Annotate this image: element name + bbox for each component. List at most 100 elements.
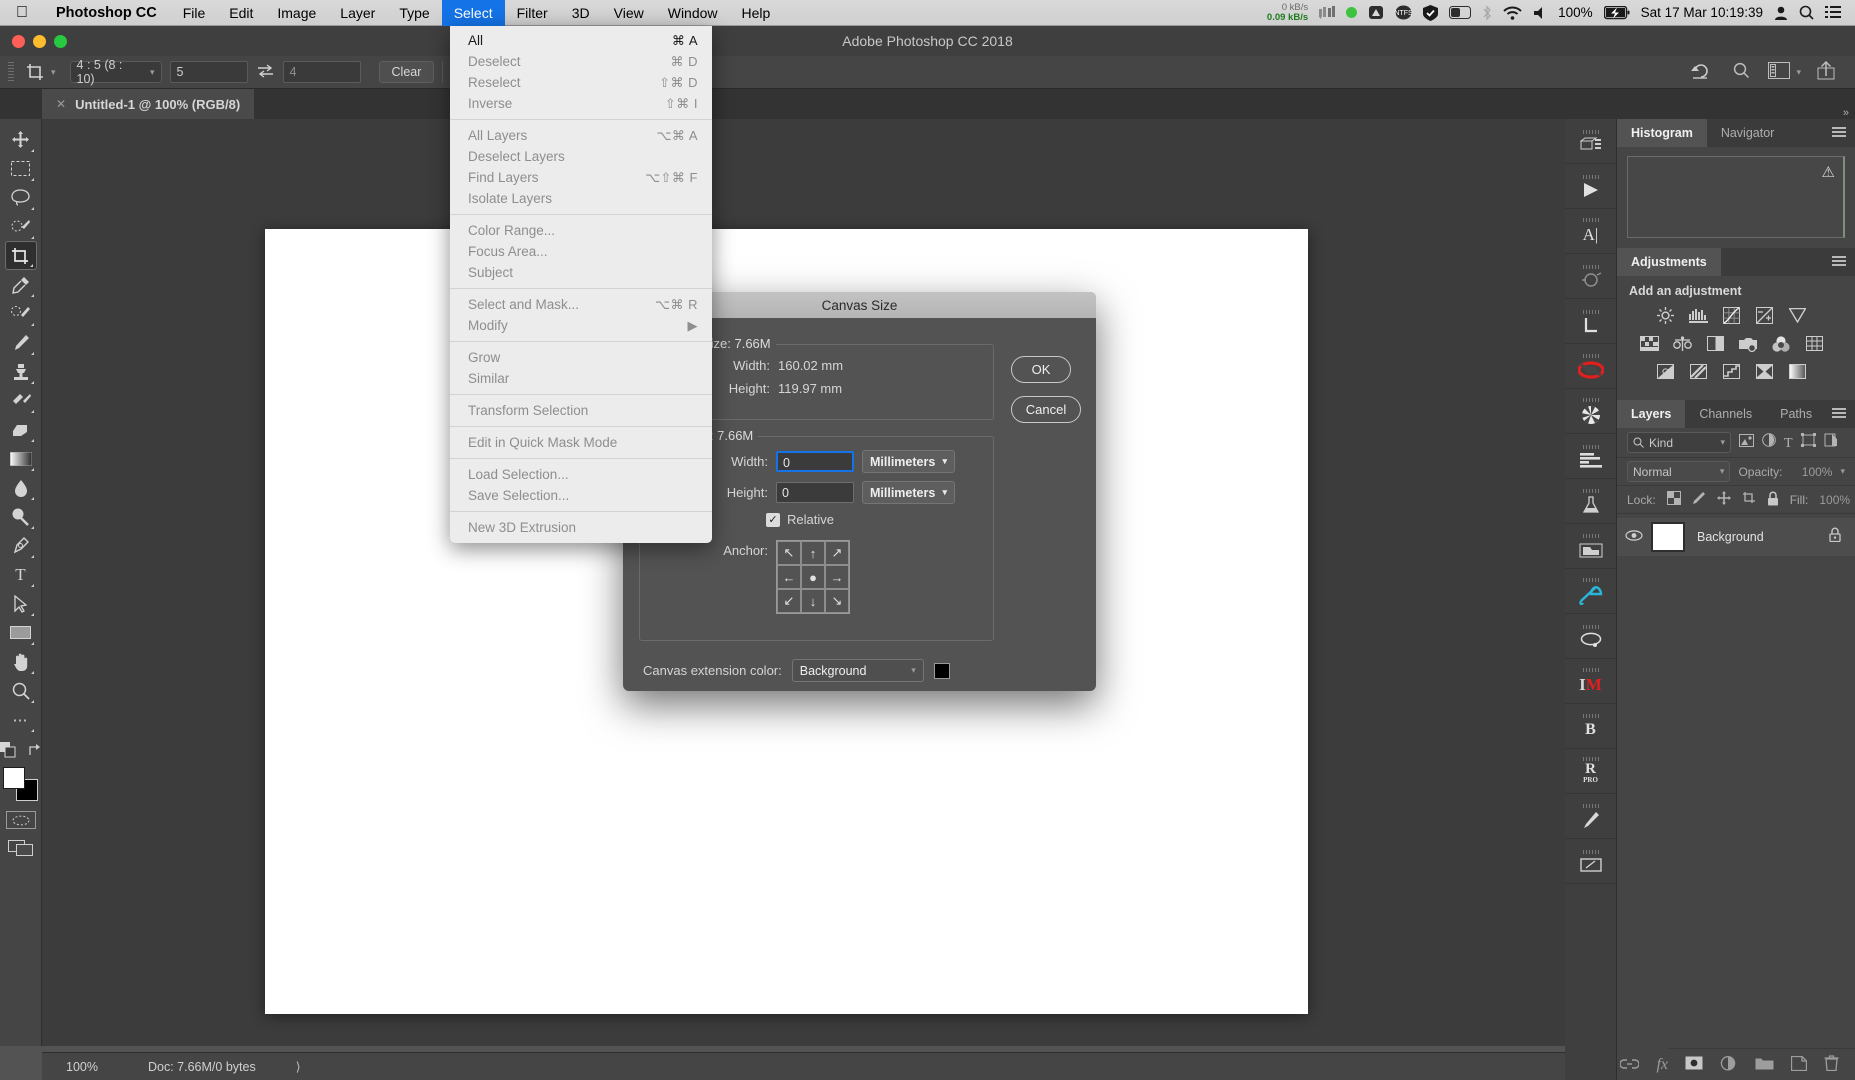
crop-ratio-select[interactable]: 4 : 5 (8 : 10) ▾ <box>69 58 162 86</box>
menu-file[interactable]: File <box>171 0 218 26</box>
anchor-cell-bottom-left[interactable]: ↙ <box>777 589 801 613</box>
shield-check-icon[interactable] <box>1423 4 1439 21</box>
gradient-tool[interactable] <box>5 444 37 473</box>
collapse-panels-icon[interactable]: » <box>1843 107 1849 119</box>
menu-item-transform-selection[interactable]: Transform Selection <box>450 400 712 421</box>
crop-width-input[interactable]: 5 <box>169 61 248 83</box>
lock-artboard-icon[interactable] <box>1742 491 1756 508</box>
cancel-button[interactable]: Cancel <box>1011 396 1081 423</box>
extension-color-swatch[interactable] <box>933 662 950 679</box>
active-app-name[interactable]: Photoshop CC <box>42 5 171 21</box>
lock-icon[interactable] <box>1829 527 1855 547</box>
delete-layer-icon[interactable] <box>1824 1055 1839 1074</box>
hand-tool[interactable] <box>5 647 37 676</box>
aperture-plugin-icon[interactable] <box>1564 389 1617 434</box>
tab-histogram[interactable]: Histogram <box>1617 119 1707 147</box>
history-brush-tool[interactable] <box>5 386 37 415</box>
path-selection-tool[interactable] <box>5 589 37 618</box>
brush-tool[interactable] <box>5 328 37 357</box>
color-lookup-icon[interactable] <box>1804 334 1824 353</box>
anchor-cell-bottom-center[interactable]: ↓ <box>801 589 825 613</box>
red-plugin-icon[interactable] <box>1564 344 1617 389</box>
menu-layer[interactable]: Layer <box>328 0 387 26</box>
extension-color-select[interactable]: Background ▾ <box>791 659 924 682</box>
new-layer-icon[interactable] <box>1790 1055 1808 1074</box>
close-window-button[interactable] <box>12 34 25 48</box>
quick-mask-mode-icon[interactable] <box>5 811 36 829</box>
menu-item-edit-in-quick-mask-mode[interactable]: Edit in Quick Mask Mode <box>450 432 712 453</box>
rectangular-marquee-tool[interactable] <box>5 154 37 183</box>
menu-item-deselect[interactable]: Deselect ⌘ D <box>450 51 712 72</box>
dodge-tool[interactable] <box>5 502 37 531</box>
menu-item-new-3d-extrusion[interactable]: New 3D Extrusion <box>450 517 712 538</box>
menu-item-all[interactable]: All ⌘ A <box>450 30 712 51</box>
r-pro-plugin-icon[interactable]: R PRO <box>1564 749 1617 794</box>
menu-type[interactable]: Type <box>387 0 441 26</box>
menu-3d[interactable]: 3D <box>560 0 602 26</box>
panel-menu-icon[interactable] <box>1832 408 1846 419</box>
layer-style-fx-icon[interactable]: fx <box>1656 1056 1668 1074</box>
threshold-icon[interactable] <box>1721 362 1741 381</box>
spot-healing-brush-tool[interactable] <box>5 299 37 328</box>
menu-filter[interactable]: Filter <box>505 0 560 26</box>
color-balance-icon[interactable] <box>1672 334 1692 353</box>
menubar-clock[interactable]: Sat 17 Mar 10:19:39 <box>1641 5 1763 20</box>
wifi-icon[interactable] <box>1503 6 1522 20</box>
flask-icon[interactable] <box>1564 479 1617 524</box>
opacity-value[interactable]: 100% <box>1790 465 1833 479</box>
blend-mode-select[interactable]: Normal ▾ <box>1627 461 1731 482</box>
histogram-graph[interactable]: ⚠ <box>1627 156 1845 238</box>
crop-tool[interactable] <box>4 241 37 270</box>
menu-item-focus-area[interactable]: Focus Area... <box>450 241 712 262</box>
blur-tool[interactable] <box>5 473 37 502</box>
layer-filter-kind-select[interactable]: Kind ▾ <box>1627 432 1731 453</box>
eyedropper-tool[interactable] <box>5 270 37 299</box>
pixel-filter-icon[interactable] <box>1739 433 1754 452</box>
photo-filter-icon[interactable] <box>1738 334 1758 353</box>
clone-stamp-tool[interactable] <box>5 357 37 386</box>
relative-checkbox[interactable]: ✓ <box>766 512 780 527</box>
timeline-play-icon[interactable] <box>1564 164 1617 209</box>
anchor-cell-center[interactable]: ● <box>801 565 825 589</box>
chevron-down-icon[interactable]: ▾ <box>1840 466 1845 477</box>
new-group-icon[interactable] <box>1755 1056 1774 1073</box>
menu-item-all-layers[interactable]: All Layers ⌥⌘ A <box>450 125 712 146</box>
ok-button[interactable]: OK <box>1011 356 1071 383</box>
close-icon[interactable]: ✕ <box>56 97 66 111</box>
hue-saturation-icon[interactable] <box>1639 334 1659 353</box>
battery-charging-icon[interactable] <box>1603 5 1630 20</box>
ntfs-icon[interactable]: NTFS <box>1395 5 1412 20</box>
menu-select[interactable]: Select <box>441 0 505 26</box>
panel-menu-icon[interactable] <box>1832 256 1846 267</box>
tab-navigator[interactable]: Navigator <box>1707 119 1789 147</box>
user-account-icon[interactable] <box>1774 6 1788 20</box>
anchor-cell-bottom-right[interactable]: ↘ <box>825 589 849 613</box>
layer-name[interactable]: Background <box>1685 530 1829 544</box>
lasso-plugin-icon[interactable] <box>1564 614 1617 659</box>
selective-color-icon[interactable] <box>1754 362 1774 381</box>
exposure-icon[interactable] <box>1754 306 1774 325</box>
share-icon[interactable] <box>1817 60 1835 83</box>
reset-arrow-icon[interactable] <box>1691 62 1711 83</box>
swap-colors-icon[interactable] <box>28 743 42 762</box>
minimize-window-button[interactable] <box>33 34 46 48</box>
new-width-unit-select[interactable]: Millimeters ▾ <box>862 450 955 473</box>
menu-view[interactable]: View <box>602 0 656 26</box>
select-menu-dropdown[interactable]: All ⌘ A Deselect ⌘ D Reselect ⇧⌘ D Inverse ⇧… <box>450 26 712 543</box>
chevron-down-icon[interactable]: ▾ <box>1796 67 1801 78</box>
type-filter-icon[interactable]: T <box>1784 434 1793 452</box>
type-tool[interactable]: T <box>5 560 37 589</box>
table-row[interactable]: Background <box>1617 518 1855 556</box>
network-graph-icon[interactable] <box>1319 5 1336 20</box>
menu-item-grow[interactable]: Grow <box>450 347 712 368</box>
tab-paths[interactable]: Paths <box>1766 400 1826 428</box>
menu-window[interactable]: Window <box>656 0 730 26</box>
bluetooth-icon[interactable] <box>1482 4 1492 21</box>
menu-item-modify[interactable]: Modify ▶ <box>450 315 712 336</box>
gradient-map-icon[interactable] <box>1787 362 1807 381</box>
link-layers-icon[interactable] <box>1619 1057 1641 1073</box>
maximize-window-button[interactable] <box>54 34 67 48</box>
zoom-level-input[interactable]: 100% <box>42 1060 122 1074</box>
tab-layers[interactable]: Layers <box>1617 400 1686 428</box>
crop-tool-icon[interactable]: ▾ <box>20 60 62 84</box>
